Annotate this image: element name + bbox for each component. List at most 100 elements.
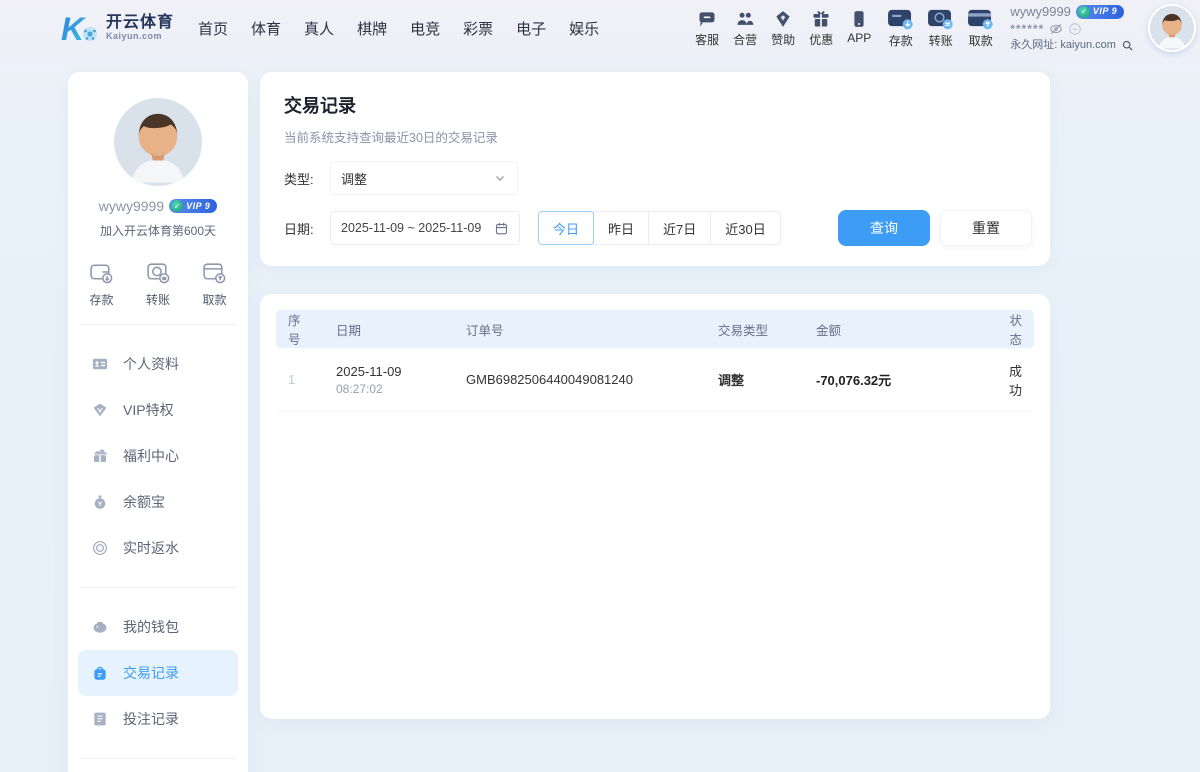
table-header-row: 序号 日期 订单号 交易类型 金额 状态 — [276, 310, 1034, 348]
app-download-button[interactable]: APP — [847, 9, 871, 48]
sidebar-item-label: 实时返水 — [123, 538, 179, 558]
nav-live[interactable]: 真人 — [304, 18, 334, 39]
nav-cards[interactable]: 棋牌 — [357, 18, 387, 39]
vip-check-icon: ✓ — [171, 200, 183, 212]
nav-lottery[interactable]: 彩票 — [463, 18, 493, 39]
header-action-icons: 客服 合营 赞助 优惠 APP — [695, 9, 871, 48]
vip-check-icon: ✓ — [1078, 6, 1090, 18]
promotions-button[interactable]: 优惠 — [809, 9, 833, 48]
row-status: 成功 — [989, 361, 1034, 399]
join-days-text: 加入开云体育第600天 — [68, 222, 248, 239]
sidebar-deposit-button[interactable]: 存款 — [88, 259, 115, 308]
header-money-actions: 存款 转账 取款 — [887, 8, 994, 49]
sponsor-button[interactable]: 赞助 — [771, 9, 795, 48]
col-type: 交易类型 — [706, 320, 804, 339]
sidebar-vip-badge: ✓ VIP 9 — [169, 199, 217, 213]
sidebar-item-vip[interactable]: VIP特权 — [68, 387, 248, 433]
nav-sports[interactable]: 体育 — [251, 18, 281, 39]
col-order: 订单号 — [454, 320, 706, 339]
sidebar-item-transactions[interactable]: 交易记录 — [78, 650, 238, 696]
user-avatar[interactable] — [1148, 4, 1196, 52]
filter-action-buttons: 查询 重置 — [838, 210, 1032, 246]
sidebar-item-welfare[interactable]: 福利中心 — [68, 433, 248, 479]
sidebar-item-bets[interactable]: 投注记录 — [68, 696, 248, 742]
eye-off-icon[interactable] — [1049, 22, 1063, 36]
col-status: 状态 — [989, 310, 1034, 348]
nav-slots[interactable]: 电子 — [516, 18, 546, 39]
reset-button[interactable]: 重置 — [940, 210, 1032, 246]
page-title: 交易记录 — [284, 92, 1032, 118]
svg-text:K: K — [61, 11, 87, 46]
sidebar-transfer-button[interactable]: 转账 — [145, 259, 172, 308]
sidebar-item-label: 福利中心 — [123, 446, 179, 466]
type-select[interactable]: 调整 — [330, 161, 518, 195]
quick-actions: 存款 转账 取款 — [68, 259, 248, 308]
divider — [80, 758, 236, 759]
piggy-wallet-icon — [90, 618, 110, 636]
transfer-outline-icon — [145, 259, 172, 286]
calendar-icon[interactable] — [494, 221, 509, 236]
transaction-bag-icon — [90, 664, 110, 682]
customer-service-button[interactable]: 客服 — [695, 9, 719, 48]
deposit-button[interactable]: 存款 — [887, 8, 914, 49]
range-today-button[interactable]: 今日 — [538, 211, 594, 245]
sidebar-item-wallet[interactable]: 我的钱包 — [68, 604, 248, 650]
type-filter-row: 类型: 调整 — [284, 161, 1032, 195]
rebate-circle-icon — [90, 539, 110, 557]
chat-bubble-icon — [697, 9, 717, 29]
sidebar-item-label: 交易记录 — [123, 663, 179, 683]
row-type: 调整 — [706, 370, 804, 389]
col-amount: 金额 — [804, 320, 989, 339]
brand-logo[interactable]: K 开云体育 Kaiyun.com — [60, 10, 174, 46]
id-card-icon — [90, 355, 110, 373]
chevron-down-icon — [493, 171, 507, 185]
search-button[interactable]: 查询 — [838, 210, 930, 246]
filter-panel: 交易记录 当前系统支持查询最近30日的交易记录 类型: 调整 日期: 2025-… — [260, 72, 1050, 266]
gift-icon — [811, 9, 831, 29]
masked-balance: ****** — [1010, 22, 1044, 38]
people-icon — [735, 9, 755, 29]
range-30days-button[interactable]: 近30日 — [710, 211, 780, 245]
top-header: K 开云体育 Kaiyun.com 首页 体育 真人 棋牌 电竞 彩票 电子 娱… — [0, 0, 1200, 56]
sidebar-avatar[interactable] — [114, 98, 202, 186]
partner-button[interactable]: 合营 — [733, 9, 757, 48]
brand-name: 开云体育 — [106, 15, 174, 32]
divider — [80, 587, 236, 588]
sidebar-item-label: VIP特权 — [123, 400, 174, 420]
range-yesterday-button[interactable]: 昨日 — [593, 211, 649, 245]
type-selected-value: 调整 — [341, 169, 367, 188]
money-bag-icon — [90, 493, 110, 511]
chevron-circle-icon[interactable] — [1068, 22, 1082, 36]
wallet-outline-icon — [88, 259, 115, 286]
profile-sidebar: wywy9999 ✓ VIP 9 加入开云体育第600天 存款 转账 — [68, 72, 248, 772]
deposit-card-icon — [887, 8, 914, 30]
row-index: 1 — [276, 372, 324, 387]
withdraw-button[interactable]: 取款 — [967, 8, 994, 49]
nav-esports[interactable]: 电竞 — [410, 18, 440, 39]
nav-casino[interactable]: 娱乐 — [569, 18, 599, 39]
date-range-input[interactable]: 2025-11-09 ~ 2025-11-09 — [330, 211, 520, 245]
sidebar-withdraw-button[interactable]: 取款 — [201, 259, 228, 308]
transfer-button[interactable]: 转账 — [927, 8, 954, 49]
col-index: 序号 — [276, 310, 324, 348]
type-label: 类型: — [284, 169, 330, 188]
nav-home[interactable]: 首页 — [198, 18, 228, 39]
withdraw-card-icon — [967, 8, 994, 30]
welfare-gift-icon — [90, 447, 110, 465]
date-label: 日期: — [284, 219, 330, 238]
main-content: 交易记录 当前系统支持查询最近30日的交易记录 类型: 调整 日期: 2025-… — [260, 72, 1050, 719]
brand-domain: Kaiyun.com — [106, 32, 174, 41]
row-order-no: GMB6982506440049081240 — [454, 372, 706, 387]
sidebar-item-label: 个人资料 — [123, 354, 179, 374]
table-row[interactable]: 1 2025-11-09 08:27:02 GMB698250644004908… — [276, 348, 1034, 412]
range-7days-button[interactable]: 近7日 — [648, 211, 711, 245]
sidebar-item-label: 余额宝 — [123, 492, 165, 512]
records-table-panel: 序号 日期 订单号 交易类型 金额 状态 1 2025-11-09 08:27:… — [260, 294, 1050, 719]
sidebar-item-yuebao[interactable]: 余额宝 — [68, 479, 248, 525]
sidebar-item-rebate[interactable]: 实时返水 — [68, 525, 248, 571]
magnifier-icon[interactable] — [1121, 39, 1134, 52]
sidebar-item-profile[interactable]: 个人资料 — [68, 341, 248, 387]
page-subtitle: 当前系统支持查询最近30日的交易记录 — [284, 127, 1032, 146]
col-date: 日期 — [324, 320, 454, 339]
phone-icon — [849, 9, 869, 29]
